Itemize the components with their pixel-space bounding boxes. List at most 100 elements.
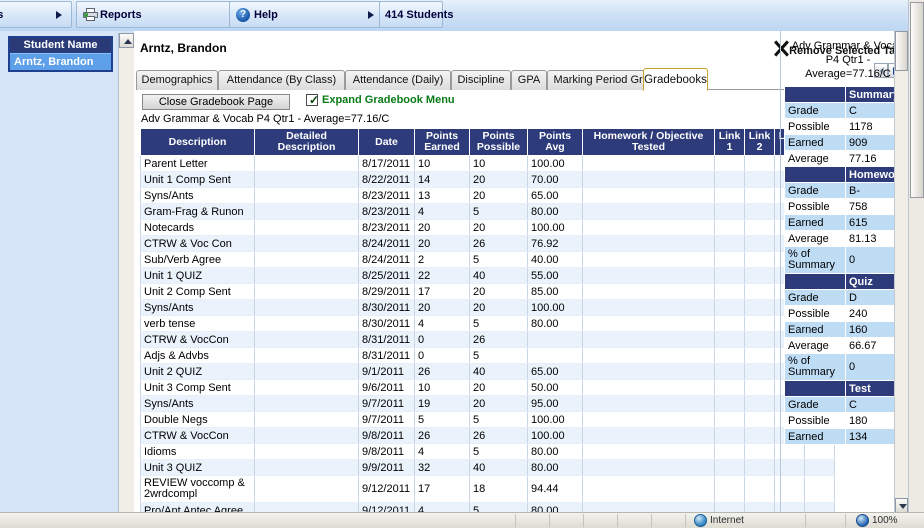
row-points-avg: 76.92 bbox=[527, 235, 583, 252]
table-row[interactable]: Notecards 8/23/2011 20 20 100.00 bbox=[140, 219, 835, 236]
col-detailed-description[interactable]: Detailed Description bbox=[254, 128, 359, 156]
row-points-possible: 5 bbox=[469, 411, 528, 428]
summary-row: Earned 909 bbox=[784, 134, 908, 151]
row-points-possible: 40 bbox=[469, 459, 528, 476]
browser-scroll-thumb[interactable] bbox=[910, 2, 924, 198]
row-points-earned: 17 bbox=[414, 475, 470, 503]
row-description: CTRW & VocCon bbox=[140, 331, 255, 348]
row-homework-objective bbox=[582, 331, 715, 348]
scroll-down-button[interactable] bbox=[895, 498, 908, 513]
table-row[interactable]: Unit 3 Comp Sent 9/6/2011 10 20 50.00 bbox=[140, 379, 835, 396]
row-homework-objective bbox=[582, 171, 715, 188]
row-description: Syns/Ants bbox=[140, 187, 255, 204]
scroll-thumb[interactable] bbox=[895, 31, 908, 71]
browser-vertical-scrollbar[interactable] bbox=[908, 0, 924, 513]
menu-item-help[interactable]: ? Help bbox=[229, 1, 384, 28]
table-row[interactable]: Double Negs 9/7/2011 5 5 100.00 bbox=[140, 411, 835, 428]
expand-gradebook-menu-control[interactable]: ✓ Expand Gradebook Menu bbox=[306, 94, 455, 106]
menu-item-access-tabs[interactable]: cess Tabs bbox=[0, 1, 72, 28]
table-row[interactable]: CTRW & Voc Con 8/24/2011 20 26 76.92 bbox=[140, 235, 835, 252]
close-gradebook-page-button[interactable]: Close Gradebook Page bbox=[142, 94, 290, 110]
tab-attendance-by-class[interactable]: Attendance (By Class) bbox=[218, 70, 345, 90]
summary-title: Adv Grammar & Vocab P4 Qtr1 - Average=77… bbox=[791, 40, 905, 80]
left-pane-scrollbar[interactable] bbox=[118, 33, 134, 518]
table-row[interactable]: Unit 2 Comp Sent 8/29/2011 17 20 85.00 bbox=[140, 283, 835, 300]
row-points-possible: 20 bbox=[469, 299, 528, 316]
table-row[interactable]: CTRW & VocCon 8/31/2011 0 26 bbox=[140, 331, 835, 348]
table-row[interactable]: Unit 3 QUIZ 9/9/2011 32 40 80.00 bbox=[140, 459, 835, 476]
menu-item-access-tabs-label: cess Tabs bbox=[0, 8, 4, 21]
row-points-avg: 80.00 bbox=[527, 203, 583, 220]
table-row[interactable]: Gram-Frag & Runon 8/23/2011 4 5 80.00 bbox=[140, 203, 835, 220]
tab-gpa[interactable]: GPA bbox=[511, 70, 547, 90]
row-description: Unit 3 Comp Sent bbox=[140, 379, 255, 396]
table-row[interactable]: Sub/Verb Agree 8/24/2011 2 5 40.00 bbox=[140, 251, 835, 268]
zoom-level-label[interactable]: 100% bbox=[872, 515, 898, 526]
row-link-3 bbox=[774, 459, 805, 476]
summary-row: Grade B- bbox=[784, 182, 908, 199]
table-row[interactable]: Idioms 9/8/2011 4 5 80.00 bbox=[140, 443, 835, 460]
col-points-avg[interactable]: Points Avg bbox=[527, 128, 583, 156]
zoom-level-icon[interactable] bbox=[856, 514, 869, 527]
tab-demographics[interactable]: Demographics bbox=[136, 70, 218, 90]
row-points-possible: 26 bbox=[469, 427, 528, 444]
table-row[interactable]: Syns/Ants 8/30/2011 20 20 100.00 bbox=[140, 299, 835, 316]
gradebook-vertical-scrollbar[interactable] bbox=[894, 31, 908, 513]
chevron-right-icon bbox=[368, 10, 374, 19]
tab-attendance-daily[interactable]: Attendance (Daily) bbox=[345, 70, 451, 90]
student-list-item-selected[interactable]: Arntz, Brandon bbox=[10, 53, 111, 70]
row-points-avg: 100.00 bbox=[527, 427, 583, 444]
row-link-1 bbox=[714, 315, 745, 332]
summary-row-key: Possible bbox=[784, 198, 846, 215]
col-link-1[interactable]: Link 1 bbox=[714, 128, 745, 156]
summary-row: % of Summary 0 bbox=[784, 353, 908, 381]
col-points-possible[interactable]: Points Possible bbox=[469, 128, 528, 156]
row-detailed-description bbox=[254, 475, 359, 503]
gradebook-table-head: Description Detailed Description Date Po… bbox=[140, 128, 835, 156]
table-row[interactable]: REVIEW voccomp & 2wrdcompl 9/12/2011 17 18 9… bbox=[140, 475, 835, 503]
summary-row-key: Earned bbox=[784, 214, 846, 231]
row-link-1 bbox=[714, 155, 745, 172]
table-row[interactable]: verb tense 8/30/2011 4 5 80.00 bbox=[140, 315, 835, 332]
gradebook-grid: Description Detailed Description Date Po… bbox=[140, 128, 835, 513]
table-row[interactable]: Unit 2 QUIZ 9/1/2011 26 40 65.00 bbox=[140, 363, 835, 380]
scroll-track[interactable] bbox=[119, 48, 134, 518]
summary-table-body: Summary Grade C Possible 1178 Earned 909 Averag… bbox=[784, 86, 908, 445]
menu-item-student-count[interactable]: 414 Students bbox=[379, 1, 453, 28]
tab-gradebooks[interactable]: Gradebooks bbox=[643, 68, 708, 91]
row-link-2 bbox=[744, 219, 775, 236]
row-link-2 bbox=[744, 459, 775, 476]
col-description[interactable]: Description bbox=[140, 128, 255, 156]
table-row[interactable]: Syns/Ants 8/23/2011 13 20 65.00 bbox=[140, 187, 835, 204]
table-row[interactable]: CTRW & VocCon 9/8/2011 26 26 100.00 bbox=[140, 427, 835, 444]
table-row[interactable]: Unit 1 QUIZ 8/25/2011 22 40 55.00 bbox=[140, 267, 835, 284]
row-points-avg: 55.00 bbox=[527, 267, 583, 284]
table-row[interactable]: Adjs & Advbs 8/31/2011 0 5 bbox=[140, 347, 835, 364]
row-points-avg bbox=[527, 331, 583, 348]
gradebook-header-row: Description Detailed Description Date Po… bbox=[140, 128, 835, 156]
row-detailed-description bbox=[254, 411, 359, 428]
table-row[interactable]: Syns/Ants 9/7/2011 19 20 95.00 bbox=[140, 395, 835, 412]
row-detailed-description bbox=[254, 299, 359, 316]
row-points-avg bbox=[527, 347, 583, 364]
row-points-possible: 20 bbox=[469, 379, 528, 396]
row-link-1 bbox=[714, 219, 745, 236]
row-link-4 bbox=[804, 475, 835, 503]
scroll-up-button[interactable] bbox=[119, 33, 134, 48]
table-row[interactable]: Unit 1 Comp Sent 8/22/2011 14 20 70.00 bbox=[140, 171, 835, 188]
expand-gradebook-menu-checkbox[interactable]: ✓ bbox=[306, 93, 320, 107]
row-date: 8/24/2011 bbox=[358, 251, 415, 268]
student-list-header: Student Name bbox=[10, 38, 111, 53]
col-points-earned[interactable]: Points Earned bbox=[414, 128, 470, 156]
table-row[interactable]: Parent Letter 8/17/2011 10 10 100.00 bbox=[140, 155, 835, 172]
check-icon: ✓ bbox=[309, 93, 320, 107]
col-link-2[interactable]: Link 2 bbox=[744, 128, 775, 156]
row-link-2 bbox=[744, 395, 775, 412]
row-points-earned: 26 bbox=[414, 363, 470, 380]
col-date[interactable]: Date bbox=[358, 128, 415, 156]
row-link-1 bbox=[714, 267, 745, 284]
summary-row: Grade C bbox=[784, 102, 908, 119]
tab-discipline[interactable]: Discipline bbox=[451, 70, 511, 90]
row-link-2 bbox=[744, 251, 775, 268]
col-homework-objective[interactable]: Homework / Objective Tested bbox=[582, 128, 715, 156]
